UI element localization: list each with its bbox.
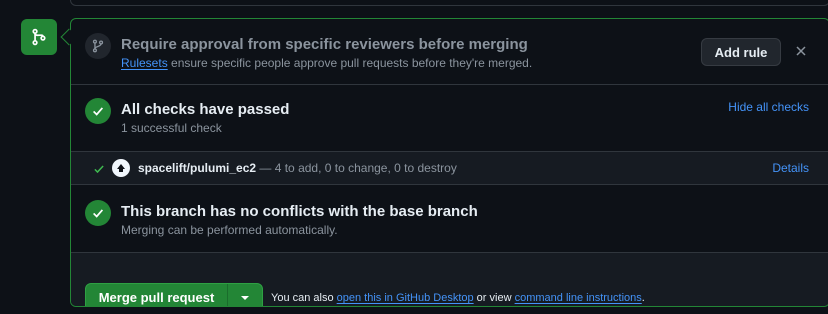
merge-options-dropdown[interactable] <box>227 284 262 306</box>
git-merge-icon <box>21 19 57 55</box>
approval-description: Rulesets ensure specific people approve … <box>121 56 532 70</box>
check-context: spacelift/pulumi_ec2 <box>138 161 257 175</box>
check-name: spacelift/pulumi_ec2 — 4 to add, 0 to ch… <box>138 161 457 175</box>
merge-help-prefix: You can also <box>271 292 337 304</box>
check-description: — 4 to add, 0 to change, 0 to destroy <box>256 161 457 175</box>
conflicts-title: This branch has no conflicts with the ba… <box>121 203 478 220</box>
command-line-instructions-link[interactable]: command line instructions <box>515 292 642 304</box>
checks-subtitle: 1 successful check <box>121 121 222 135</box>
merge-help-suffix: . <box>641 292 645 304</box>
conflicts-subtitle: Merging can be performed automatically. <box>121 223 338 237</box>
github-desktop-link[interactable]: open this in GitHub Desktop <box>337 292 474 304</box>
checks-title: All checks have passed <box>121 101 290 118</box>
merge-help-middle: or view <box>473 292 515 304</box>
approval-banner: Require approval from specific reviewers… <box>71 19 828 85</box>
previous-timeline-card <box>70 0 828 6</box>
approval-description-text: ensure specific people approve pull requ… <box>167 56 533 70</box>
merge-pull-request-button[interactable]: Merge pull request <box>86 284 227 306</box>
merge-box: Require approval from specific reviewers… <box>70 18 828 307</box>
merge-button-group: Merge pull request <box>85 283 263 306</box>
merge-actions: Merge pull request You can also open thi… <box>71 253 828 306</box>
rulesets-link[interactable]: Rulesets <box>121 56 168 70</box>
hide-all-checks-button[interactable]: Hide all checks <box>728 100 809 114</box>
close-icon[interactable] <box>793 43 809 59</box>
merge-help-text: You can also open this in GitHub Desktop… <box>271 292 645 304</box>
spacelift-logo-icon <box>112 159 130 177</box>
git-branch-icon <box>85 33 111 59</box>
add-rule-button[interactable]: Add rule <box>701 38 781 66</box>
check-circle-icon <box>85 98 111 124</box>
conflicts-status: This branch has no conflicts with the ba… <box>71 185 828 253</box>
check-icon <box>93 162 105 180</box>
check-row: spacelift/pulumi_ec2 — 4 to add, 0 to ch… <box>71 152 828 185</box>
check-circle-icon <box>85 200 111 226</box>
checks-summary: All checks have passed 1 successful chec… <box>71 85 828 152</box>
approval-title: Require approval from specific reviewers… <box>121 36 528 53</box>
chevron-down-icon <box>241 295 249 300</box>
details-link[interactable]: Details <box>772 161 809 175</box>
